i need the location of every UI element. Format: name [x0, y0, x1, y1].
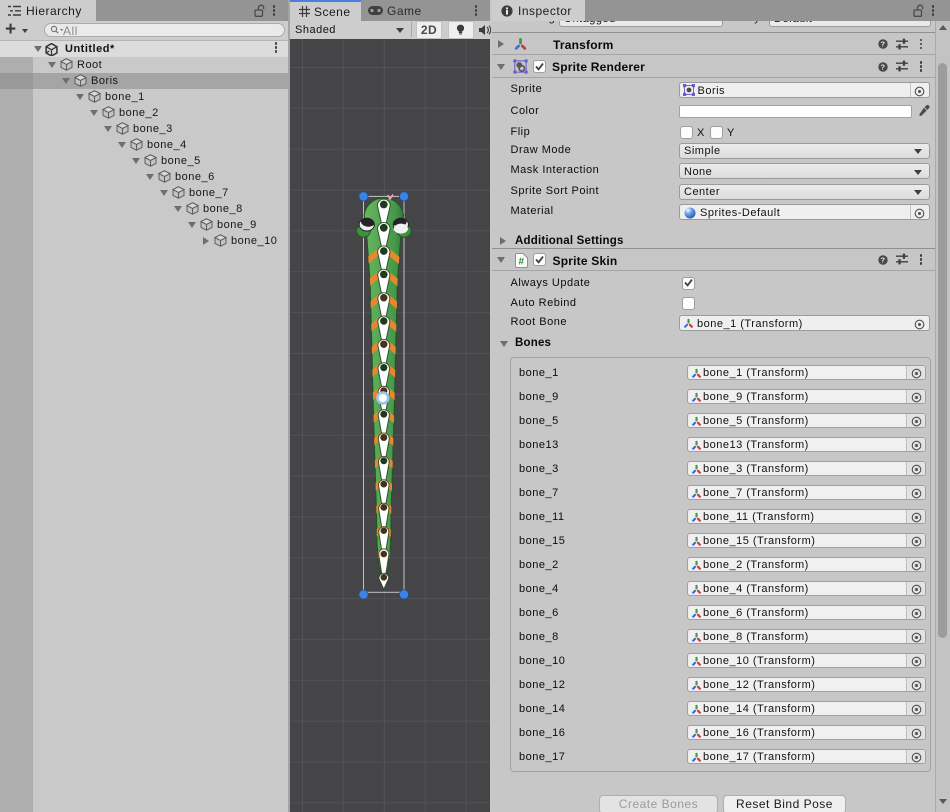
svg-text:#: # — [518, 256, 524, 267]
svg-text:?: ? — [881, 40, 886, 49]
svg-text:?: ? — [881, 62, 886, 71]
svg-text:?: ? — [881, 255, 886, 264]
